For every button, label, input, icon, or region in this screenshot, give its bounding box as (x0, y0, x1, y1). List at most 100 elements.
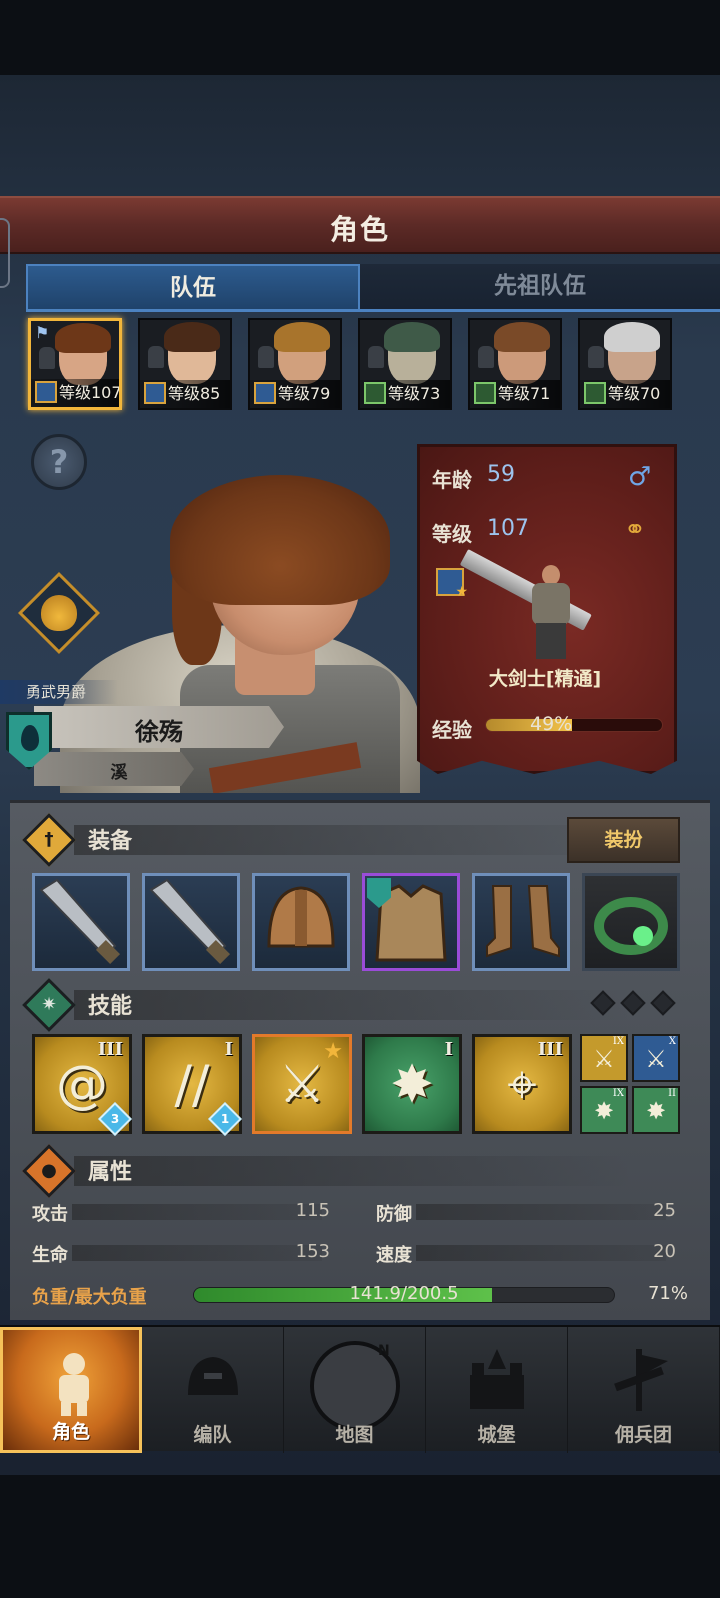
star-icon: ★ (323, 1039, 343, 1064)
game-screen: 角色 队伍 先祖队伍 ⚑ 等级107 等级85 等级79 等级73 等级71 等级70 ? … (0, 0, 720, 1598)
equipment-slot[interactable] (362, 873, 460, 971)
tab-bar: 队伍 先祖队伍 (26, 264, 720, 312)
load-value: 141.9/200.5 (349, 1283, 459, 1304)
nav-map[interactable]: N 地图 (284, 1327, 426, 1453)
soldier-icon (39, 347, 55, 369)
class-icon (144, 382, 166, 404)
class-icon (584, 382, 606, 404)
passive-skills-grid: ⚔ IX ⚔ X ✸ IX ✸ II (580, 1034, 680, 1134)
attack-value: 115 (295, 1200, 330, 1221)
dress-up-button[interactable]: 装扮 (567, 817, 680, 863)
character-name: 徐殇 (135, 718, 183, 746)
ring-icon (585, 876, 677, 972)
defense-label: 防御 (376, 1204, 412, 1225)
soldier-icon (368, 346, 384, 368)
party-portraits: ⚑ 等级107 等级85 等级79 等级73 等级71 等级70 (28, 318, 688, 410)
nav-castle[interactable]: 城堡 (426, 1327, 568, 1453)
class-icon (364, 382, 386, 404)
equipment-slot[interactable] (252, 873, 350, 971)
class-icon (474, 382, 496, 404)
marriage-ring-icon[interactable]: ⚭ (624, 515, 646, 545)
character-name-plate[interactable]: 徐殇 (34, 706, 284, 748)
exp-label: 经验 (432, 718, 472, 742)
level-label: 等级 (432, 522, 472, 546)
exp-bar (485, 718, 663, 732)
nav-castle-label: 城堡 (477, 1424, 516, 1446)
equipment-slot[interactable] (472, 873, 570, 971)
exp-percent: 49% (530, 713, 573, 735)
twin-blades-skill-icon[interactable]: //I 1 (142, 1034, 242, 1136)
nav-map-label: 地图 (335, 1424, 374, 1446)
side-drawer-handle[interactable] (0, 218, 10, 288)
equipment-slot[interactable] (32, 873, 130, 971)
nav-formation-label: 编队 (193, 1424, 232, 1446)
passive-skill-rank: X (668, 1036, 676, 1047)
party-member-portrait[interactable]: 等级71 (468, 318, 562, 410)
greatsword-icon (145, 876, 237, 972)
passive-skill-rank: II (668, 1088, 676, 1099)
skill-slots-indicator (590, 990, 680, 1018)
sword-guard-skill-icon[interactable]: ⚔ ★ (252, 1034, 352, 1134)
leader-flag-icon: ⚑ (35, 323, 50, 342)
passive-skill-icon[interactable]: ✸ IX (580, 1086, 628, 1134)
boots-icon (475, 876, 567, 972)
banner-icon (614, 1349, 668, 1411)
party-member-portrait[interactable]: 等级73 (358, 318, 452, 410)
party-member-portrait[interactable]: 等级70 (578, 318, 672, 410)
attributes-label: 属性 (88, 1160, 133, 1185)
tab-party[interactable]: 队伍 (26, 264, 360, 310)
age-value: 59 (487, 462, 515, 487)
speed-value: 20 (653, 1241, 676, 1262)
equipment-row (32, 873, 682, 971)
party-member-portrait[interactable]: ⚑ 等级107 (28, 318, 122, 410)
skill-rank: I (224, 1039, 233, 1060)
age-label: 年龄 (432, 468, 472, 492)
tab-underline (26, 309, 720, 312)
star-burst-icon: ✷ (41, 994, 57, 1015)
party-member-portrait[interactable]: 等级79 (248, 318, 342, 410)
equipment-slot[interactable] (142, 873, 240, 971)
skills-label: 技能 (88, 994, 133, 1019)
passive-skill-icon[interactable]: ✸ II (632, 1086, 680, 1134)
soldier-icon (148, 346, 164, 368)
class-name: 大剑士[精通] (488, 668, 602, 690)
helmet-icon (255, 876, 347, 972)
tab-ancestor-party[interactable]: 先祖队伍 (360, 264, 720, 310)
nav-mercenary-label: 佣兵团 (614, 1424, 672, 1446)
whirlwind-skill-icon[interactable]: @ III 3 (32, 1034, 132, 1136)
attributes-header: ● 属性 (22, 1144, 684, 1198)
noble-title: 勇武男爵 (0, 680, 118, 704)
skills-header: ✷ 技能 (22, 978, 684, 1032)
nav-character[interactable]: 角色 (0, 1327, 142, 1453)
passive-skill-icon[interactable]: ⚔ IX (580, 1034, 628, 1082)
defense-stat: 防御 25 (376, 1200, 676, 1225)
character-subname: 溪 (110, 763, 128, 783)
soldier-icon (478, 346, 494, 368)
bottom-navigation: 角色 编队 N 地图 城堡 佣兵团 (0, 1325, 720, 1453)
skill-rank: III (537, 1039, 563, 1060)
speed-label: 速度 (376, 1245, 412, 1266)
nav-mercenary[interactable]: 佣兵团 (568, 1327, 720, 1453)
soldier-icon (588, 346, 604, 368)
equipment-slot[interactable] (582, 873, 680, 971)
crystal-burst-skill-icon[interactable]: ✸ I (362, 1034, 462, 1134)
party-member-portrait[interactable]: 等级85 (138, 318, 232, 410)
target-strike-skill-icon[interactable]: ⌖ III (472, 1034, 572, 1134)
nav-formation[interactable]: 编队 (142, 1327, 284, 1453)
compass-icon: N (310, 1341, 400, 1431)
passive-skill-icon[interactable]: ⚔ X (632, 1034, 680, 1082)
health-value: 153 (295, 1241, 330, 1262)
title-bar: 角色 (0, 196, 720, 254)
health-label: 生命 (32, 1245, 68, 1266)
skill-rank: I (444, 1039, 453, 1060)
person-icon: ● (41, 1160, 57, 1181)
health-stat: 生命 153 (32, 1241, 332, 1266)
skill-rank: III (97, 1039, 123, 1060)
class-badge-icon[interactable] (436, 568, 468, 600)
soldier-icon (258, 346, 274, 368)
attack-label: 攻击 (32, 1204, 68, 1225)
speed-stat: 速度 20 (376, 1241, 676, 1266)
male-icon: ♂ (628, 462, 652, 492)
passive-skill-rank: IX (612, 1088, 624, 1099)
passive-skill-rank: IX (612, 1036, 624, 1047)
